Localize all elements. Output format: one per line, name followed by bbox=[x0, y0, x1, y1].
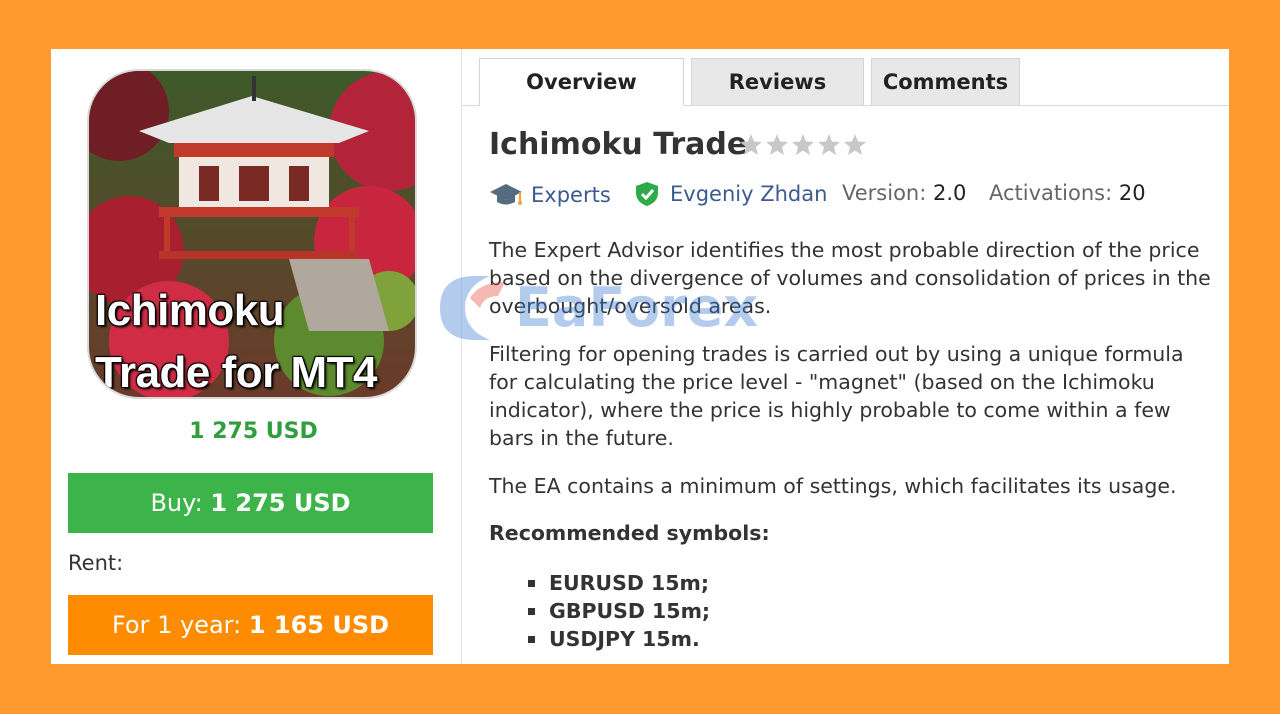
version-label: Version: bbox=[842, 181, 927, 205]
author-name: Evgeniy Zhdan bbox=[670, 182, 828, 206]
category-label: Experts bbox=[531, 183, 611, 207]
tab-reviews[interactable]: Reviews bbox=[691, 58, 864, 105]
description-paragraph-2: Filtering for opening trades is carried … bbox=[489, 340, 1224, 452]
recommended-heading: Recommended symbols: bbox=[489, 519, 1224, 547]
tab-overview[interactable]: Overview bbox=[479, 58, 684, 106]
description-paragraph-1: The Expert Advisor identifies the most p… bbox=[489, 236, 1224, 320]
description-line: The Expert Advisor identifies the most p… bbox=[489, 238, 1200, 262]
graduation-cap-icon bbox=[490, 184, 522, 205]
buy-button[interactable]: Buy: 1 275 USD bbox=[68, 473, 433, 533]
image-caption-line2: Trade for MT4 bbox=[95, 348, 378, 397]
symbol-text: GBPUSD 15m; bbox=[549, 599, 711, 623]
product-price: 1 275 USD bbox=[189, 419, 318, 444]
description-line: for calculating the price level - "magne… bbox=[489, 370, 1155, 394]
buy-button-price: 1 275 USD bbox=[210, 489, 351, 517]
list-item: GBPUSD 15m; bbox=[528, 597, 710, 625]
symbols-list: EURUSD 15m; GBPUSD 15m; USDJPY 15m. bbox=[528, 569, 710, 653]
rating-stars[interactable] bbox=[740, 133, 870, 161]
rent-button-label: For 1 year: bbox=[111, 611, 242, 639]
activations-value: 20 bbox=[1118, 181, 1146, 205]
description-line: indicator), where the price is highly pr… bbox=[489, 398, 1171, 422]
description-paragraph-3: The EA contains a minimum of settings, w… bbox=[489, 474, 1177, 498]
category-link[interactable]: Experts bbox=[489, 181, 611, 209]
bullet-icon bbox=[528, 579, 535, 587]
page-title: Ichimoku Trade bbox=[489, 127, 748, 162]
activations-label: Activations: bbox=[989, 181, 1113, 205]
version-value: 2.0 bbox=[933, 181, 967, 205]
description-line: based on the divergence of volumes and c… bbox=[489, 266, 1211, 290]
description-line: overbought/oversold areas. bbox=[489, 294, 772, 318]
rent-1-year-button[interactable]: For 1 year: 1 165 USD bbox=[68, 595, 433, 655]
list-item: EURUSD 15m; bbox=[528, 569, 710, 597]
rent-button-price: 1 165 USD bbox=[248, 611, 390, 639]
bullet-icon bbox=[528, 607, 535, 615]
bullet-icon bbox=[528, 635, 535, 643]
tab-comments[interactable]: Comments bbox=[871, 58, 1020, 105]
recommended-heading-text: Recommended symbols: bbox=[489, 521, 770, 545]
description-line: bars in the future. bbox=[489, 426, 674, 450]
author-link[interactable]: Evgeniy Zhdan bbox=[634, 181, 827, 207]
symbol-text: USDJPY 15m. bbox=[549, 627, 700, 651]
version-info: Version: 2.0 bbox=[842, 181, 966, 205]
verified-shield-icon bbox=[636, 182, 658, 206]
symbol-text: EURUSD 15m; bbox=[549, 571, 710, 595]
tab-bar: Overview Reviews Comments bbox=[462, 49, 1229, 106]
product-card: Ichimoku Trade for MT4 1 275 USD Buy: 1 … bbox=[51, 49, 1229, 664]
activations-info: Activations: 20 bbox=[989, 181, 1146, 205]
rent-label: Rent: bbox=[68, 551, 124, 575]
description-line: Filtering for opening trades is carried … bbox=[489, 342, 1184, 366]
product-image[interactable]: Ichimoku Trade for MT4 bbox=[87, 69, 417, 399]
list-item: USDJPY 15m. bbox=[528, 625, 710, 653]
star-icon bbox=[740, 134, 866, 155]
buy-button-label: Buy: bbox=[150, 489, 203, 517]
product-sidebar: Ichimoku Trade for MT4 1 275 USD Buy: 1 … bbox=[51, 49, 462, 664]
image-caption-line1: Ichimoku bbox=[95, 286, 285, 335]
product-details: Overview Reviews Comments Ichimoku Trade bbox=[462, 49, 1229, 664]
